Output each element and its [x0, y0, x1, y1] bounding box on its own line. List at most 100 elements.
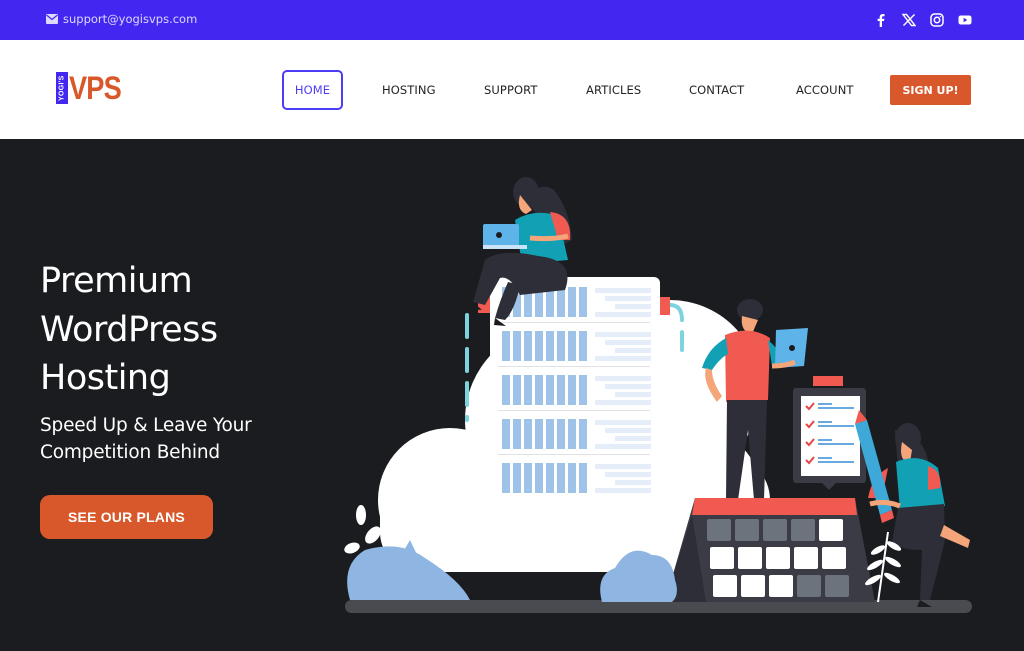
calendar-day	[707, 519, 731, 541]
server-slot	[524, 331, 532, 361]
server-indicator	[595, 332, 651, 337]
hero-title: Premium WordPress Hosting	[40, 261, 218, 398]
server-slot	[502, 375, 510, 405]
server-slot	[557, 375, 565, 405]
server-divider	[498, 322, 650, 323]
server-slot	[513, 419, 521, 449]
facebook-icon[interactable]	[874, 12, 888, 27]
calendar-day	[819, 519, 843, 541]
server-indicator	[605, 428, 651, 433]
server-slot	[557, 287, 565, 317]
nav-contact[interactable]: CONTACT	[689, 70, 744, 110]
server-slot	[502, 331, 510, 361]
server-indicator	[605, 296, 651, 301]
checklist-clipboard	[793, 376, 866, 490]
calendar-day	[738, 547, 762, 569]
server-slot	[546, 419, 554, 449]
server-slot	[524, 419, 532, 449]
calendar-day	[710, 547, 734, 569]
server-slot	[579, 463, 587, 493]
server-slot	[568, 375, 576, 405]
youtube-icon[interactable]	[958, 12, 972, 27]
server-indicator	[615, 392, 651, 397]
server-slot	[579, 331, 587, 361]
server-slot	[568, 331, 576, 361]
server-slot	[535, 375, 543, 405]
support-email-link[interactable]: support@yogisvps.com	[46, 12, 197, 26]
calendar-day	[769, 575, 793, 597]
server-slot	[557, 419, 565, 449]
server-slot	[546, 463, 554, 493]
nav-articles[interactable]: ARTICLES	[586, 70, 641, 110]
support-email: support@yogisvps.com	[63, 12, 198, 26]
server-divider	[498, 410, 650, 411]
nav-support[interactable]: SUPPORT	[484, 70, 538, 110]
server-slot	[568, 287, 576, 317]
server-slot	[579, 419, 587, 449]
server-slot	[524, 463, 532, 493]
see-plans-button[interactable]: SEE OUR PLANS	[40, 495, 213, 539]
server-slot	[524, 375, 532, 405]
calendar-day	[791, 519, 815, 541]
server-indicator	[595, 376, 651, 381]
server-slot	[535, 419, 543, 449]
server-slot	[557, 331, 565, 361]
server-divider	[498, 454, 650, 455]
calendar-day	[763, 519, 787, 541]
server-slot	[502, 419, 510, 449]
server-indicator	[595, 444, 651, 449]
calendar-day	[741, 575, 765, 597]
nav-hosting[interactable]: HOSTING	[382, 70, 436, 110]
server-indicator	[595, 488, 651, 493]
server-slot	[546, 331, 554, 361]
cloud-server-illustration	[344, 177, 972, 613]
server-indicator	[615, 436, 651, 441]
social-links	[874, 12, 972, 27]
server-slot	[568, 463, 576, 493]
server-divider	[498, 366, 650, 367]
calendar-day	[735, 519, 759, 541]
server-slot	[579, 375, 587, 405]
server-slot	[502, 463, 510, 493]
calendar-day	[766, 547, 790, 569]
server-slot	[513, 375, 521, 405]
server-indicator	[615, 480, 651, 485]
server-indicator	[605, 472, 651, 477]
server-slot	[579, 287, 587, 317]
calendar-day	[797, 575, 821, 597]
server-indicator	[595, 400, 651, 405]
server-indicator	[595, 288, 651, 293]
logo-vps: VPS	[69, 70, 122, 106]
calendar-day	[794, 547, 818, 569]
server-slot	[557, 463, 565, 493]
instagram-icon[interactable]	[930, 12, 944, 27]
server-indicator	[595, 420, 651, 425]
nav-account[interactable]: ACCOUNT	[796, 70, 854, 110]
calendar-day	[825, 575, 849, 597]
server-slot	[535, 463, 543, 493]
nav-home[interactable]: HOME	[282, 70, 343, 110]
x-twitter-icon[interactable]	[902, 12, 916, 27]
server-rack	[490, 277, 660, 507]
server-indicator	[595, 312, 651, 317]
hero-subtitle: Speed Up & Leave Your Competition Behind	[40, 415, 252, 463]
server-slot	[546, 375, 554, 405]
signup-button[interactable]: SIGN UP!	[890, 75, 971, 105]
server-slot	[513, 463, 521, 493]
site-logo[interactable]: YOGI'S VPS	[56, 72, 130, 104]
server-indicator	[605, 340, 651, 345]
server-indicator	[595, 356, 651, 361]
server-slot	[568, 419, 576, 449]
server-indicator	[615, 348, 651, 353]
server-slot	[535, 331, 543, 361]
logo-yogis: YOGI'S	[56, 72, 68, 104]
server-indicator	[605, 384, 651, 389]
calendar-day	[822, 547, 846, 569]
server-indicator	[615, 304, 651, 309]
server-indicator	[595, 464, 651, 469]
calendar	[665, 498, 875, 602]
server-slot	[513, 331, 521, 361]
top-bar: support@yogisvps.com	[0, 0, 1024, 40]
calendar-day	[713, 575, 737, 597]
envelope-icon	[46, 14, 58, 24]
